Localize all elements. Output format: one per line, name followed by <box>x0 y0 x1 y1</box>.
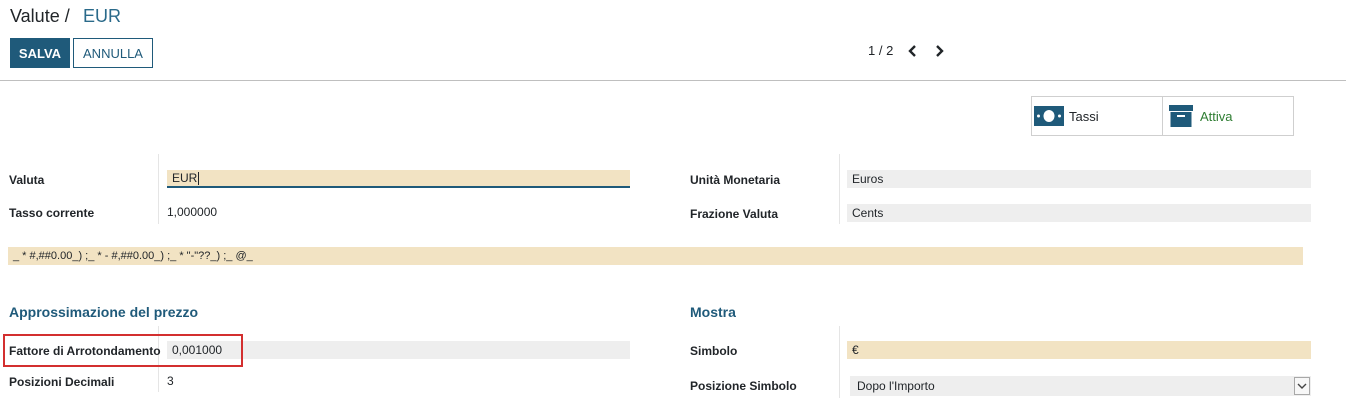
text-cursor <box>198 171 200 185</box>
cancel-button[interactable]: ANNULLA <box>73 38 153 68</box>
section-approx-title: Approssimazione del prezzo <box>9 304 199 320</box>
money-icon[interactable] <box>1034 106 1064 126</box>
frazione-field[interactable]: Cents <box>847 204 1311 222</box>
breadcrumb-root[interactable]: Valute / <box>10 6 70 27</box>
breadcrumb-current: EUR <box>83 6 122 26</box>
posizioni-label: Posizioni Decimali <box>9 375 115 389</box>
tasso-label: Tasso corrente <box>9 206 95 220</box>
posizione-label: Posizione Simbolo <box>690 379 797 393</box>
highlight-box <box>3 334 243 367</box>
chevron-right-icon[interactable] <box>931 42 947 60</box>
toolbar-divider <box>0 80 1346 81</box>
column-divider <box>839 154 840 224</box>
valuta-input[interactable]: EUR <box>167 170 630 188</box>
smart-button-divider <box>1162 96 1163 136</box>
unita-field[interactable]: Euros <box>847 170 1311 188</box>
smart-button-attiva[interactable]: Attiva <box>1200 109 1233 124</box>
posizione-select-value: Dopo l'Importo <box>857 379 935 393</box>
valuta-label: Valuta <box>9 173 45 187</box>
valuta-input-value: EUR <box>172 171 198 185</box>
chevron-down-icon[interactable] <box>1294 377 1310 395</box>
posizioni-value: 3 <box>167 374 174 388</box>
column-divider <box>158 154 159 224</box>
unita-label: Unità Monetaria <box>690 173 781 187</box>
pager-counter: 1 / 2 <box>868 43 894 58</box>
posizione-select[interactable]: Dopo l'Importo <box>850 376 1311 396</box>
format-field[interactable]: _ * #,##0.00_) ;_ * - #,##0.00_) ;_ * "-… <box>8 247 1303 265</box>
simbolo-input[interactable]: € <box>847 341 1311 359</box>
simbolo-label: Simbolo <box>690 344 738 358</box>
column-divider <box>839 326 840 398</box>
section-mostra-title: Mostra <box>690 304 736 320</box>
tasso-value: 1,000000 <box>167 205 218 219</box>
save-button[interactable]: SALVA <box>10 38 70 68</box>
chevron-left-icon[interactable] <box>905 42 921 60</box>
archive-icon[interactable] <box>1169 104 1193 128</box>
frazione-label: Frazione Valuta <box>690 207 779 221</box>
smart-button-tassi[interactable]: Tassi <box>1069 109 1099 124</box>
